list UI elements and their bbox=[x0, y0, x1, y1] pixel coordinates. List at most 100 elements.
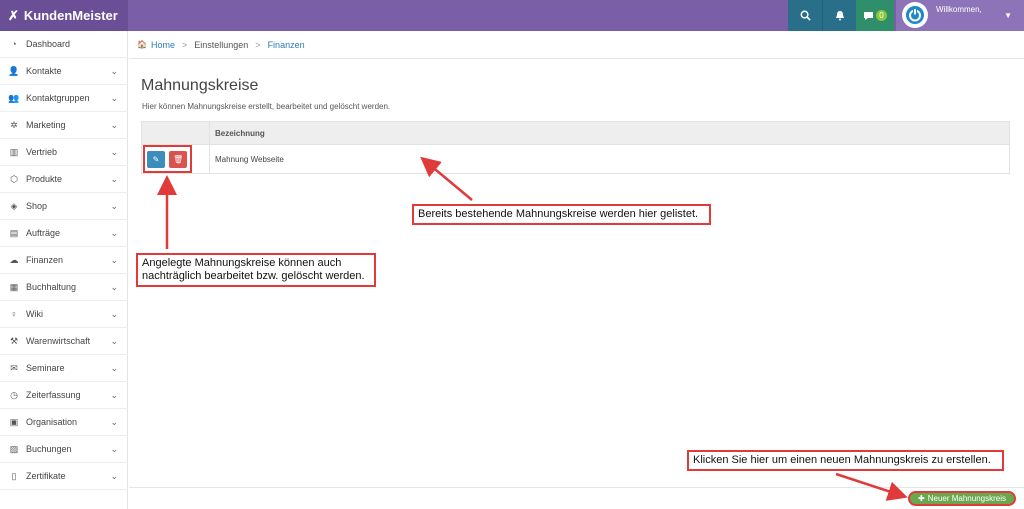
sidebar-item-label: Zertifikate bbox=[26, 471, 66, 481]
messages-button[interactable]: 0 bbox=[856, 0, 894, 31]
sidebar-item-zeiterfassung[interactable]: ◷ Zeiterfassung ⌄ bbox=[0, 382, 128, 409]
sidebar-item-shop[interactable]: ◈ Shop ⌄ bbox=[0, 193, 128, 220]
dunning-table: Bezeichnung ✎ 🗑 Mahnung Webseite bbox=[141, 121, 1010, 174]
sidebar-item-produkte[interactable]: ⬡ Produkte ⌄ bbox=[0, 166, 128, 193]
annotation-listed: Bereits bestehende Mahnungskreise werden… bbox=[412, 204, 711, 225]
marketing-icon: ✲ bbox=[10, 119, 18, 130]
chevron-down-icon: ⌄ bbox=[110, 335, 118, 346]
user-menu[interactable]: Willkommen, ▼ bbox=[896, 0, 1024, 31]
sidebar-item-marketing[interactable]: ✲ Marketing ⌄ bbox=[0, 112, 128, 139]
chevron-down-icon: ⌄ bbox=[110, 200, 118, 211]
breadcrumb-settings[interactable]: Einstellungen bbox=[194, 40, 248, 50]
chevron-down-icon: ⌄ bbox=[110, 119, 118, 130]
row-name[interactable]: Mahnung Webseite bbox=[209, 144, 1010, 174]
page-description: Hier können Mahnungskreise erstellt, bea… bbox=[142, 102, 391, 111]
power-icon bbox=[906, 6, 924, 24]
arrow-to-new-button bbox=[835, 472, 908, 501]
sidebar-item-label: Wiki bbox=[26, 309, 43, 319]
chevron-down-icon: ⌄ bbox=[110, 92, 118, 103]
sidebar-item-label: Kontakte bbox=[26, 66, 62, 76]
bookings-icon: ▨ bbox=[9, 443, 19, 454]
notifications-button[interactable] bbox=[822, 0, 856, 31]
chevron-down-icon: ⌄ bbox=[110, 146, 118, 157]
breadcrumb-separator: > bbox=[181, 39, 188, 50]
clock-icon: ◷ bbox=[10, 389, 18, 400]
sidebar-item-buchungen[interactable]: ▨ Buchungen ⌄ bbox=[0, 436, 128, 463]
chevron-down-icon: ⌄ bbox=[110, 470, 118, 481]
shop-icon: ◈ bbox=[10, 200, 18, 211]
certificate-icon: ▯ bbox=[11, 470, 17, 481]
seminar-icon: ✉ bbox=[10, 362, 18, 373]
sidebar-item-zertifikate[interactable]: ▯ Zertifikate ⌄ bbox=[0, 463, 128, 490]
chevron-down-icon: ⌄ bbox=[110, 308, 118, 319]
dashboard-icon: ◔ bbox=[11, 39, 17, 49]
sidebar-item-label: Kontaktgruppen bbox=[26, 93, 90, 103]
sidebar-item-label: Buchhaltung bbox=[26, 282, 77, 292]
k-logo-icon: ✗ bbox=[8, 7, 19, 23]
chevron-down-icon: ⌄ bbox=[110, 65, 118, 76]
sidebar: ◔ Dashboard 👤 Kontakte ⌄ 👥 Kontaktgruppen ⌄ ✲ Mar… bbox=[0, 31, 128, 509]
inventory-icon: ⚒ bbox=[9, 335, 19, 346]
sidebar-item-label: Buchungen bbox=[26, 444, 72, 454]
new-dunning-label: Neuer Mahnungskreis bbox=[927, 494, 1006, 503]
sidebar-item-seminare[interactable]: ✉ Seminare ⌄ bbox=[0, 355, 128, 382]
message-count-badge: 0 bbox=[876, 10, 887, 21]
chevron-down-icon: ⌄ bbox=[110, 389, 118, 400]
wiki-icon: ♀ bbox=[10, 309, 18, 319]
finance-icon: ☁ bbox=[9, 254, 19, 265]
groups-icon: 👥 bbox=[8, 92, 20, 103]
sidebar-item-kontakte[interactable]: 👤 Kontakte ⌄ bbox=[0, 58, 128, 85]
sidebar-item-warenwirtschaft[interactable]: ⚒ Warenwirtschaft ⌄ bbox=[0, 328, 128, 355]
bell-icon bbox=[835, 11, 844, 21]
sidebar-item-organisation[interactable]: ▣ Organisation ⌄ bbox=[0, 409, 128, 436]
chevron-down-icon: ⌄ bbox=[110, 254, 118, 265]
sidebar-item-label: Warenwirtschaft bbox=[26, 336, 91, 346]
annotation-create: Klicken Sie hier um einen neuen Mahnungs… bbox=[687, 450, 1004, 471]
search-button[interactable] bbox=[788, 0, 822, 31]
page-title: Mahnungskreise bbox=[141, 77, 259, 94]
chevron-down-icon: ⌄ bbox=[110, 281, 118, 292]
top-bar: ✗ KundenMeister 0 Willkommen, ▼ bbox=[0, 0, 1024, 31]
sidebar-item-label: Finanzen bbox=[26, 255, 64, 265]
avatar bbox=[902, 2, 928, 28]
sidebar-item-label: Dashboard bbox=[26, 39, 71, 49]
contacts-icon: 👤 bbox=[8, 65, 20, 76]
welcome-text: Willkommen, bbox=[936, 5, 982, 14]
sidebar-item-label: Marketing bbox=[26, 120, 66, 130]
sidebar-item-buchhaltung[interactable]: ▦ Buchhaltung ⌄ bbox=[0, 274, 128, 301]
annotation-edit-delete: Angelegte Mahnungskreise können auch nac… bbox=[136, 253, 376, 287]
sidebar-item-wiki[interactable]: ♀ Wiki ⌄ bbox=[0, 301, 128, 328]
sidebar-item-vertrieb[interactable]: ▥ Vertrieb ⌄ bbox=[0, 139, 128, 166]
app-name: KundenMeister bbox=[23, 8, 118, 23]
table-row: ✎ 🗑 Mahnung Webseite bbox=[141, 144, 1010, 174]
actions-highlight bbox=[143, 145, 192, 173]
products-icon: ⬡ bbox=[10, 173, 18, 184]
sidebar-item-label: Zeiterfassung bbox=[26, 390, 81, 400]
caret-down-icon: ▼ bbox=[1004, 11, 1012, 20]
breadcrumb: 🏠 Home > Einstellungen > Finanzen bbox=[129, 31, 1024, 59]
chat-icon bbox=[864, 11, 873, 20]
sidebar-item-finanzen[interactable]: ☁ Finanzen ⌄ bbox=[0, 247, 128, 274]
chevron-down-icon: ⌄ bbox=[110, 362, 118, 373]
breadcrumb-current[interactable]: Finanzen bbox=[268, 40, 305, 50]
name-column-header: Bezeichnung bbox=[209, 121, 1010, 145]
chevron-down-icon: ⌄ bbox=[110, 173, 118, 184]
divider bbox=[129, 487, 1024, 488]
breadcrumb-home[interactable]: Home bbox=[151, 40, 175, 50]
sidebar-item-label: Seminare bbox=[26, 363, 65, 373]
sidebar-item-label: Organisation bbox=[26, 417, 78, 427]
new-dunning-button[interactable]: ✚ Neuer Mahnungskreis bbox=[908, 491, 1016, 506]
actions-column-header bbox=[141, 121, 210, 145]
plus-icon: ✚ bbox=[918, 494, 925, 503]
search-icon bbox=[800, 10, 811, 21]
breadcrumb-separator: > bbox=[255, 39, 261, 50]
sidebar-item-label: Aufträge bbox=[26, 228, 61, 238]
accounting-icon: ▦ bbox=[9, 281, 19, 292]
home-icon: 🏠 bbox=[137, 40, 147, 49]
brand[interactable]: ✗ KundenMeister bbox=[0, 0, 128, 31]
chevron-down-icon: ⌄ bbox=[110, 227, 118, 238]
sidebar-item-kontaktgruppen[interactable]: 👥 Kontaktgruppen ⌄ bbox=[0, 85, 128, 112]
sidebar-item-dashboard[interactable]: ◔ Dashboard bbox=[0, 31, 128, 58]
organisation-icon: ▣ bbox=[9, 416, 19, 427]
sidebar-item-aufträge[interactable]: ▤ Aufträge ⌄ bbox=[0, 220, 128, 247]
